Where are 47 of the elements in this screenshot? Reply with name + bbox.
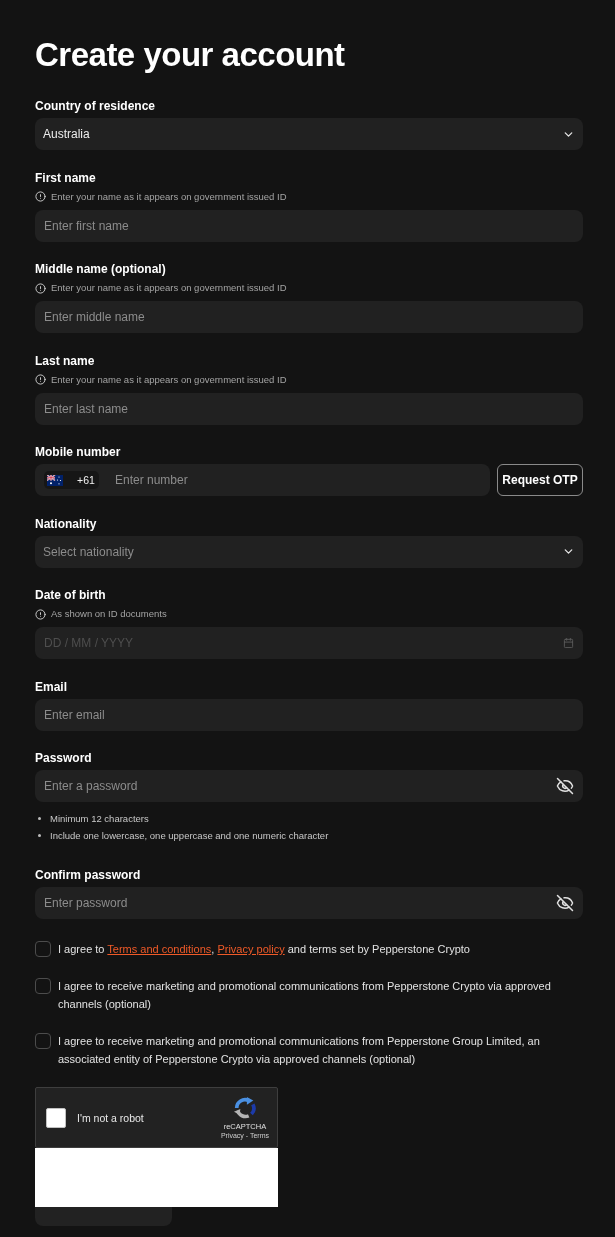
page-title: Create your account	[35, 35, 345, 75]
consent-text: I agree to receive marketing and promotional communications from Pepperstone Group Limited, an associated entity of Pepperstone Crypto via approved channels (optional)	[58, 1034, 541, 1067]
text-input[interactable]: Enter last name	[35, 392, 583, 425]
field-label: Confirm password	[35, 866, 141, 883]
eye-off-icon[interactable]	[556, 893, 574, 912]
consent-text: I agree to Terms and conditions, Privacy policy and terms set by Pepperstone Crypto	[58, 942, 470, 957]
text-link[interactable]: Privacy policy	[217, 943, 285, 955]
hint-text: Enter your name as it appears on government issued ID	[51, 372, 287, 387]
alert-icon	[35, 608, 46, 620]
alert-icon	[35, 282, 46, 294]
text-input[interactable]: Enter first name	[35, 209, 583, 242]
text-input[interactable]: Enter email	[35, 698, 583, 731]
field-label: Country of residence	[35, 98, 156, 114]
password-input[interactable]: Enter a password	[35, 770, 583, 802]
captcha-checkbox[interactable]	[46, 1107, 66, 1128]
hint-text: Enter your name as it appears on government issued ID	[51, 281, 287, 295]
checkbox[interactable]	[35, 1033, 51, 1049]
field-label: First name	[35, 169, 96, 186]
field-label: Date of birth	[35, 587, 106, 603]
bullet-icon	[38, 834, 41, 837]
password-input[interactable]: Enter password	[35, 886, 583, 919]
checkbox[interactable]	[35, 941, 51, 957]
checkbox[interactable]	[35, 978, 51, 994]
captcha-label: I'm not a robot	[77, 1111, 145, 1124]
field-label: Nationality	[35, 515, 97, 532]
requirement-text: Minimum 12 characters	[50, 813, 149, 824]
dropdown-select[interactable]: Select nationality	[35, 535, 583, 568]
field-label: Mobile number	[35, 444, 121, 460]
alert-icon	[35, 374, 46, 385]
bullet-icon	[38, 817, 41, 820]
dial-code-selector[interactable]: +61	[44, 471, 99, 489]
text-input[interactable]: Enter middle name	[35, 301, 583, 333]
circular-arrows-icon	[232, 1095, 257, 1120]
field-label: Last name	[35, 352, 95, 369]
dropdown-select[interactable]: Australia	[35, 118, 583, 150]
flag-icon	[47, 474, 63, 486]
hint-text: Enter your name as it appears on government issued ID	[51, 189, 287, 204]
field-label: Middle name (optional)	[35, 261, 166, 277]
calendar-icon[interactable]	[563, 637, 574, 649]
request-otp-button[interactable]: Request OTP	[497, 464, 583, 496]
consent-text: I agree to receive marketing and promotional communications from Pepperstone Crypto via approved channels (optional)	[58, 979, 552, 1012]
field-label: Email	[35, 678, 67, 695]
field-label: Password	[35, 750, 92, 766]
alert-icon	[35, 191, 46, 202]
eye-off-icon[interactable]	[556, 777, 574, 795]
requirement-text: Include one lowercase, one uppercase and one numeric character	[50, 830, 329, 841]
hint-text: As shown on ID documents	[51, 607, 167, 621]
